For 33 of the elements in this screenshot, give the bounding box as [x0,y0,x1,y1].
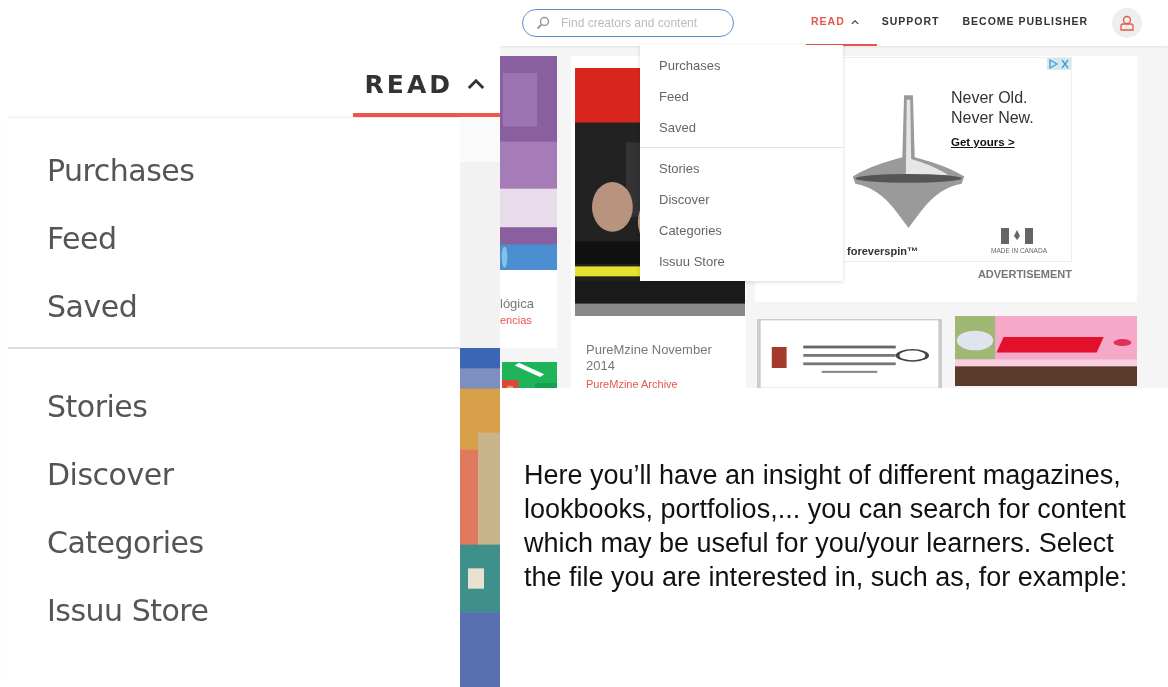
menu-item[interactable]: Purchases [659,56,843,75]
caret-icon [850,19,859,25]
nav-tab[interactable]: SUPPORT [876,0,958,46]
menu-item[interactable]: Feed [659,87,843,106]
flag-icon [1001,228,1033,244]
caret-icon [467,78,485,90]
menu-item[interactable]: Categories [47,523,460,563]
ad-headline: Never Old. [951,88,1029,108]
card-title[interactable]: PureMzine November 2014 [586,342,735,374]
card-subtitle[interactable]: encias [500,312,557,329]
menu-item[interactable]: Issuu Store [659,252,843,271]
ad-headline: Never New. [951,108,1034,128]
search-field[interactable]: Find creators and content [522,9,734,37]
nav-tab[interactable]: BECOME PUBLISHER [957,0,1107,46]
card-subtitle[interactable]: PureMzine Archive [586,376,735,388]
menu-item[interactable]: Feed [47,219,460,259]
menu-item[interactable]: Saved [47,287,460,327]
ad-choices-icon[interactable] [1047,58,1071,70]
card-title[interactable]: lógica [500,296,557,312]
menu-item[interactable]: Purchases [47,151,460,191]
menu-item[interactable]: Saved [659,118,843,137]
menu-item[interactable]: Stories [659,159,843,178]
description-paragraph: Here you’ll have an insight of different magazines, lookbooks, portfolios,... you can search for content which may be useful for you/your learners. Select the file you are interested in, such as, for example: [523,459,1129,594]
menu-item[interactable]: Issuu Store [47,591,460,631]
user-icon [1120,15,1135,31]
menu-item[interactable]: Categories [659,221,843,240]
ad-brand: foreverspin™ [847,244,918,259]
user-avatar-button[interactable] [1112,8,1143,38]
ad-label: ADVERTISEMENT [977,267,1072,282]
ad-link[interactable]: Get yours > [951,134,1015,152]
menu-item[interactable]: Discover [659,190,843,209]
menu-item[interactable]: Discover [47,455,460,495]
menu-item[interactable]: Stories [47,387,460,427]
